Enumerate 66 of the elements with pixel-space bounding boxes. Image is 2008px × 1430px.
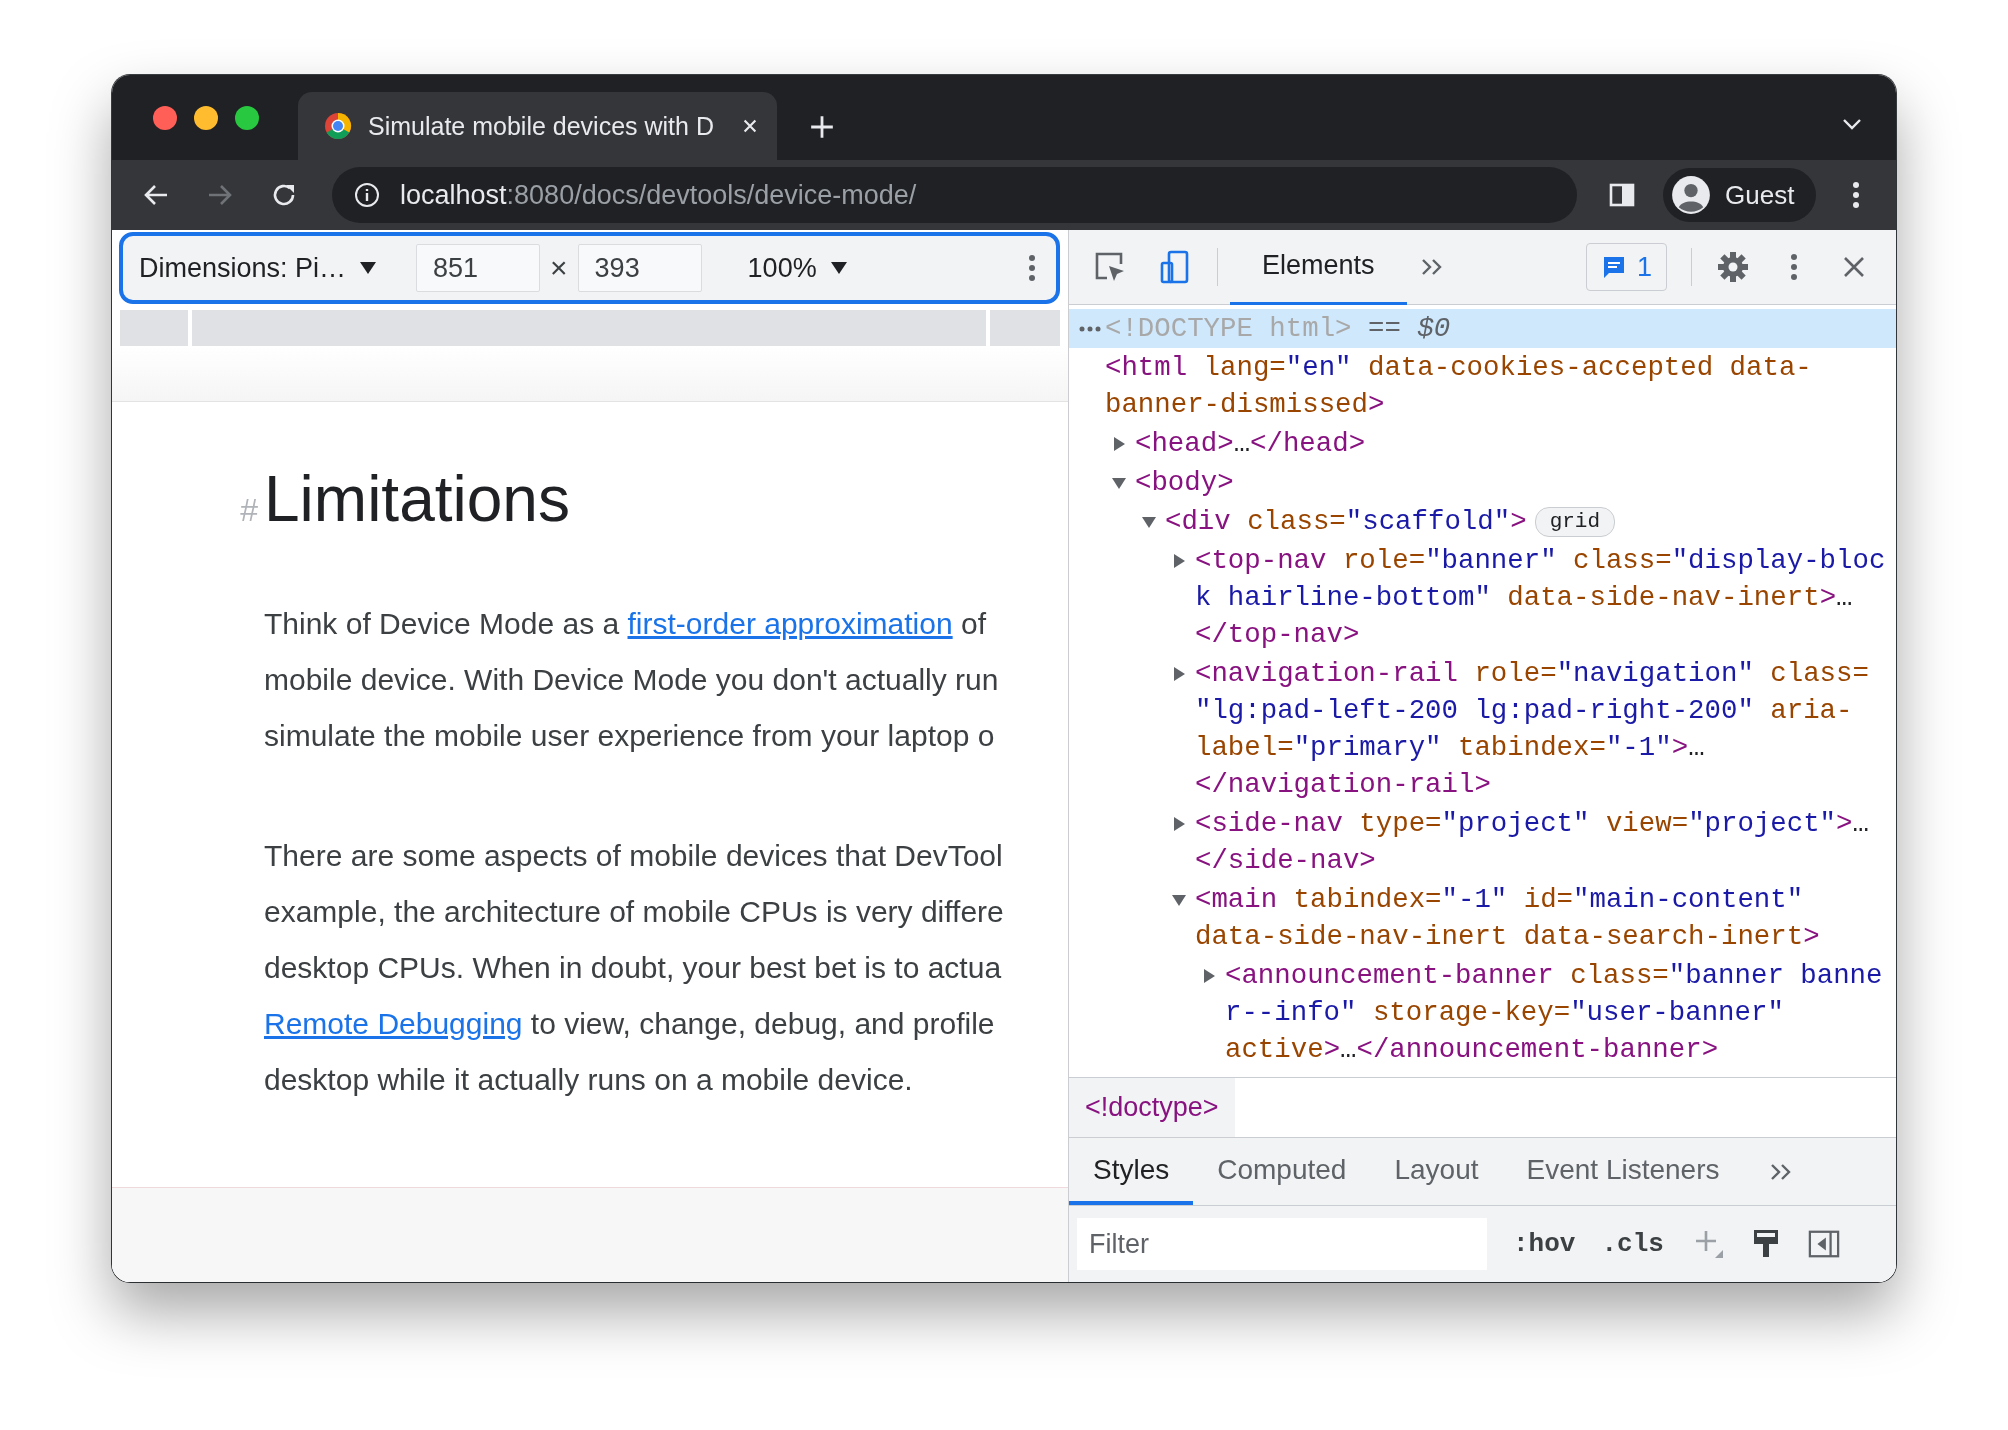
close-tab-icon[interactable] <box>741 117 759 135</box>
devtools-tab[interactable]: Elements <box>1230 229 1407 305</box>
paragraph-line: mobile device. With Device Mode you don't actually run <box>264 662 999 698</box>
grid-badge[interactable]: grid <box>1534 506 1616 537</box>
breadcrumb[interactable]: <!doctype> <box>1069 1078 1235 1137</box>
more-options-icon[interactable] <box>1790 253 1798 281</box>
more-tabs-chevron-icon[interactable] <box>1769 1162 1792 1181</box>
expand-arrow-icon[interactable] <box>1201 967 1217 984</box>
paragraph-line: simulate the mobile user experience from your laptop o <box>264 718 995 754</box>
dom-node[interactable]: <navigation-rail role="navigation" class= "lg:pad-left-200 lg:pad-right-200" aria- label="primary" tabindex="-1">… </navigation-rail> <box>1069 654 1896 804</box>
width-field[interactable]: 851 <box>416 244 541 292</box>
dom-node[interactable]: <top-nav role="banner" class="display-bloc k hairline-bottom" data-side-nav-inert>… </top-nav> <box>1069 541 1896 654</box>
more-options-icon[interactable] <box>1028 254 1036 282</box>
close-icon[interactable] <box>1842 255 1866 279</box>
dom-node[interactable]: <body> <box>1069 463 1896 502</box>
dom-node[interactable]: <html lang="en" data-cookies-accepted data- banner-dismissed> <box>1069 348 1896 424</box>
text-link[interactable]: Remote Debugging <box>264 1007 523 1040</box>
hover-state-toggle[interactable]: :hov <box>1513 1229 1576 1259</box>
dom-node[interactable]: <head>…</head> <box>1069 424 1896 463</box>
chevron-down-icon[interactable] <box>1842 118 1862 130</box>
avatar-icon <box>1671 175 1711 215</box>
expand-arrow-icon[interactable] <box>1111 435 1127 452</box>
side-panel-icon[interactable] <box>1609 182 1635 208</box>
address-bar[interactable]: localhost:8080/docs/devtools/device-mode/ <box>332 167 1577 223</box>
filter-field[interactable]: Filter <box>1077 1218 1487 1270</box>
minimize-window-button[interactable] <box>194 105 218 130</box>
expand-arrow-icon[interactable] <box>1171 552 1187 569</box>
browser-tab[interactable]: Simulate mobile devices with D <box>298 92 777 160</box>
paragraph-line: desktop CPUs. When in doubt, your best bet is to actua <box>264 950 1002 986</box>
height-field[interactable]: 393 <box>577 244 702 292</box>
sidebar-toggle-icon[interactable] <box>1807 1228 1840 1260</box>
dom-node[interactable]: <!DOCTYPE html> == $0 <box>1069 309 1896 348</box>
page-heading: Limitations <box>264 462 570 536</box>
paragraph-line: example, the architecture of mobile CPUs is very differe <box>264 894 1004 930</box>
settings-icon[interactable] <box>1716 250 1750 284</box>
ellipsis-icon <box>1079 325 1101 332</box>
times-sign: × <box>550 251 568 285</box>
info-icon <box>354 182 380 208</box>
url-text: localhost:8080/docs/devtools/device-mode/ <box>400 179 917 211</box>
sidebar-tab[interactable]: Computed <box>1193 1138 1371 1205</box>
issues-counter[interactable]: 1 <box>1585 243 1667 291</box>
more-tabs-chevron-icon[interactable] <box>1420 258 1443 276</box>
paragraph-line: There are some aspects of mobile devices that DevTool <box>264 838 1003 874</box>
dom-node[interactable]: <side-nav type="project" view="project">… </side-nav> <box>1069 804 1896 880</box>
paragraph-line: Remote Debugging to view, change, debug, and profile <box>264 1006 995 1042</box>
profile-button[interactable]: Guest <box>1663 168 1817 222</box>
expand-arrow-icon[interactable] <box>1171 665 1187 682</box>
browser-logo-icon <box>324 112 352 140</box>
paragraph-line: desktop while it actually runs on a mobile device. <box>264 1062 913 1098</box>
zoom-dropdown[interactable]: 100% <box>747 252 847 284</box>
dom-node[interactable]: <announcement-banner class="banner banne r--info" storage-key="user-banner" active>…</announcement-banner> <box>1069 956 1896 1069</box>
class-toggle[interactable]: .cls <box>1601 1229 1664 1259</box>
close-window-button[interactable] <box>153 105 177 130</box>
expand-arrow-icon[interactable] <box>1171 815 1187 832</box>
more-menu-icon[interactable] <box>1852 181 1861 209</box>
text-link[interactable]: first-order approximation <box>627 607 953 640</box>
caret-icon <box>830 262 847 274</box>
paragraph-line: Think of Device Mode as a first-order approximation of <box>264 606 986 642</box>
dom-node[interactable]: <div class="scaffold"> grid <box>1069 502 1896 541</box>
sidebar-tab[interactable]: Event Listeners <box>1502 1138 1744 1205</box>
maximize-window-button[interactable] <box>235 105 259 130</box>
sidebar-tab[interactable]: Layout <box>1370 1138 1503 1205</box>
dimensions-dropdown[interactable]: Dimensions: Pi… <box>139 252 377 284</box>
new-tab-plus-icon[interactable] <box>809 114 835 140</box>
dom-node[interactable]: <main tabindex="-1" id="main-content" data-side-nav-inert data-search-inert> <box>1069 880 1896 956</box>
caret-icon <box>360 262 377 274</box>
